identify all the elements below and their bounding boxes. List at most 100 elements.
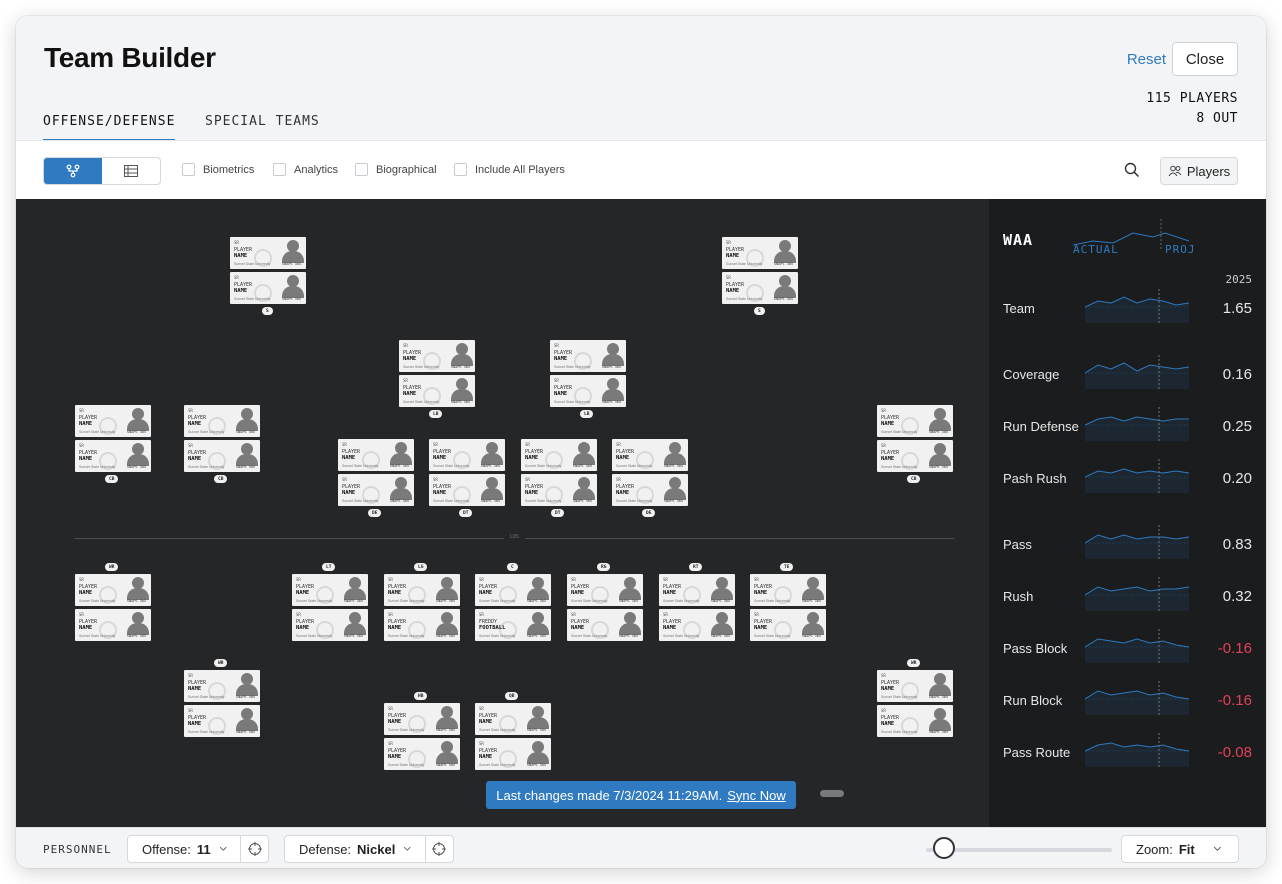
defense-select[interactable]: Defense: Nickel [285, 842, 403, 857]
player-card[interactable]: SR PLAYER NAME Sunset State University SNAPS… [338, 439, 414, 471]
player-last-name: NAME [388, 590, 402, 596]
player-last-name: NAME [554, 391, 568, 397]
depth-chart-view-button[interactable] [44, 158, 102, 184]
player-class: SR [479, 577, 484, 582]
zoom-slider-handle[interactable] [933, 837, 956, 859]
waa-metric-row: Pass Block -0.16 [989, 629, 1266, 669]
player-class: SR [479, 741, 484, 746]
player-class: SR [188, 443, 193, 448]
player-card[interactable]: SR PLAYER NAME Sunset State University SNAPS… [399, 340, 475, 372]
filter-biographical[interactable]: Biographical [355, 163, 437, 176]
player-snaps: SNAPS 305 [711, 599, 730, 603]
player-card[interactable]: SR PLAYER NAME Sunset State University SNAPS… [475, 703, 551, 735]
metric-value: -0.08 [1217, 744, 1252, 761]
zoom-dropdown[interactable]: Zoom: Fit [1121, 835, 1239, 863]
metric-value: 0.83 [1222, 536, 1252, 553]
player-class: SR [79, 612, 84, 617]
player-card[interactable]: SR PLAYER NAME Sunset State University SNAPS… [659, 574, 735, 606]
player-card[interactable]: SR PLAYER NAME Sunset State University SNAPS… [429, 439, 505, 471]
close-button[interactable]: Close [1172, 42, 1238, 76]
player-card[interactable]: SR PLAYER NAME Sunset State University SNAPS… [550, 340, 626, 372]
player-card[interactable]: SR PLAYER NAME Sunset State University SNAPS… [612, 474, 688, 506]
checkbox-icon[interactable] [454, 163, 467, 176]
player-card[interactable]: SR PLAYER NAME Sunset State University SNAPS… [184, 705, 260, 737]
player-card[interactable]: SR PLAYER NAME Sunset State University SNAPS… [750, 609, 826, 641]
player-card[interactable]: SR PLAYER NAME Sunset State University SNAPS… [475, 574, 551, 606]
player-card[interactable]: SR PLAYER NAME Sunset State University SNAPS… [550, 375, 626, 407]
toast-message: Last changes made 7/3/2024 11:29AM. [496, 787, 723, 803]
player-card[interactable]: SR PLAYER NAME Sunset State University SNAPS… [292, 609, 368, 641]
player-card[interactable]: SR FREDDY FOOTBALL Sunset State University S… [475, 609, 551, 641]
player-card[interactable]: SR PLAYER NAME Sunset State University SNAPS… [184, 670, 260, 702]
player-card[interactable]: SR PLAYER NAME Sunset State University SNAPS… [877, 670, 953, 702]
player-card[interactable]: SR PLAYER NAME Sunset State University SNAPS… [75, 574, 151, 606]
scroll-handle[interactable] [820, 790, 844, 797]
player-card[interactable]: SR PLAYER NAME Sunset State University SNAPS… [184, 440, 260, 472]
player-school: Sunset State University [234, 297, 271, 301]
player-card[interactable]: SR PLAYER NAME Sunset State University SNAPS… [75, 440, 151, 472]
player-card[interactable]: SR PLAYER NAME Sunset State University SNAPS… [384, 703, 460, 735]
filter-analytics[interactable]: Analytics [273, 163, 338, 176]
player-card[interactable]: SR PLAYER NAME Sunset State University SNAPS… [384, 574, 460, 606]
metric-value: 1.65 [1222, 300, 1252, 317]
players-button[interactable]: Players [1160, 157, 1238, 185]
player-last-name: NAME [571, 590, 585, 596]
player-card[interactable]: SR PLAYER NAME Sunset State University SNAPS… [722, 237, 798, 269]
player-card[interactable]: SR PLAYER NAME Sunset State University SNAPS… [750, 574, 826, 606]
player-card[interactable]: SR PLAYER NAME Sunset State University SNAPS… [659, 609, 735, 641]
player-card[interactable]: SR PLAYER NAME Sunset State University SNAPS… [567, 609, 643, 641]
metric-value: 0.25 [1222, 418, 1252, 435]
player-class: SR [433, 442, 438, 447]
player-school: Sunset State University [479, 763, 516, 767]
player-card[interactable]: SR PLAYER NAME Sunset State University SNAPS… [75, 405, 151, 437]
player-card[interactable]: SR PLAYER NAME Sunset State University SNAPS… [429, 474, 505, 506]
metric-name: Pass Route [1003, 745, 1071, 760]
player-snaps: SNAPS 305 [451, 365, 470, 369]
player-card[interactable]: SR PLAYER NAME Sunset State University SNAPS… [75, 609, 151, 641]
tab-special-teams[interactable]: SPECIAL TEAMS [205, 114, 320, 139]
player-class: SR [403, 343, 408, 348]
defense-target-button[interactable] [426, 842, 453, 856]
players-count: 115 PLAYERS [1146, 91, 1238, 106]
player-card[interactable]: SR PLAYER NAME Sunset State University SNAPS… [292, 574, 368, 606]
player-snaps: SNAPS 305 [344, 599, 363, 603]
player-card[interactable]: SR PLAYER NAME Sunset State University SNAPS… [521, 474, 597, 506]
checkbox-icon[interactable] [355, 163, 368, 176]
player-card[interactable]: SR PLAYER NAME Sunset State University SNAPS… [877, 705, 953, 737]
tab-offense-defense[interactable]: OFFENSE/DEFENSE [43, 114, 176, 141]
player-card[interactable]: SR PLAYER NAME Sunset State University SNAPS… [384, 609, 460, 641]
player-class: SR [479, 612, 484, 617]
player-card[interactable]: SR PLAYER NAME Sunset State University SNAPS… [877, 405, 953, 437]
sync-now-link[interactable]: Sync Now [727, 788, 786, 803]
player-card[interactable]: SR PLAYER NAME Sunset State University SNAPS… [384, 738, 460, 770]
player-card[interactable]: SR PLAYER NAME Sunset State University SNAPS… [475, 738, 551, 770]
reset-button[interactable]: Reset [1127, 51, 1166, 68]
checkbox-icon[interactable] [273, 163, 286, 176]
player-card[interactable]: SR PLAYER NAME Sunset State University SNAPS… [338, 474, 414, 506]
player-class: SR [663, 612, 668, 617]
waa-metric-row: Pass 0.83 [989, 525, 1266, 565]
search-button[interactable] [1124, 162, 1140, 183]
player-card[interactable]: SR PLAYER NAME Sunset State University SNAPS… [567, 574, 643, 606]
chevron-down-icon[interactable] [403, 844, 425, 854]
offense-select[interactable]: Offense: 11 [128, 842, 219, 857]
player-card[interactable]: SR PLAYER NAME Sunset State University SNAPS… [230, 237, 306, 269]
player-card[interactable]: SR PLAYER NAME Sunset State University SNAPS… [399, 375, 475, 407]
player-last-name: NAME [616, 490, 630, 496]
player-card[interactable]: SR PLAYER NAME Sunset State University SNAPS… [612, 439, 688, 471]
player-card[interactable]: SR PLAYER NAME Sunset State University SNAPS… [521, 439, 597, 471]
los-label: LOS [504, 534, 526, 540]
player-card[interactable]: SR PLAYER NAME Sunset State University SNAPS… [230, 272, 306, 304]
sync-toast: Last changes made 7/3/2024 11:29AM. Sync… [486, 781, 796, 809]
player-last-name: NAME [881, 421, 895, 427]
player-card[interactable]: SR PLAYER NAME Sunset State University SNAPS… [722, 272, 798, 304]
metric-sparkline [1085, 407, 1189, 443]
player-card[interactable]: SR PLAYER NAME Sunset State University SNAPS… [184, 405, 260, 437]
filter-biometrics[interactable]: Biometrics [182, 163, 254, 176]
player-card[interactable]: SR PLAYER NAME Sunset State University SNAPS… [877, 440, 953, 472]
table-view-button[interactable] [102, 158, 160, 184]
chevron-down-icon[interactable] [219, 844, 240, 854]
filter-include-all-players[interactable]: Include All Players [454, 163, 565, 176]
checkbox-icon[interactable] [182, 163, 195, 176]
offense-target-button[interactable] [241, 842, 268, 856]
